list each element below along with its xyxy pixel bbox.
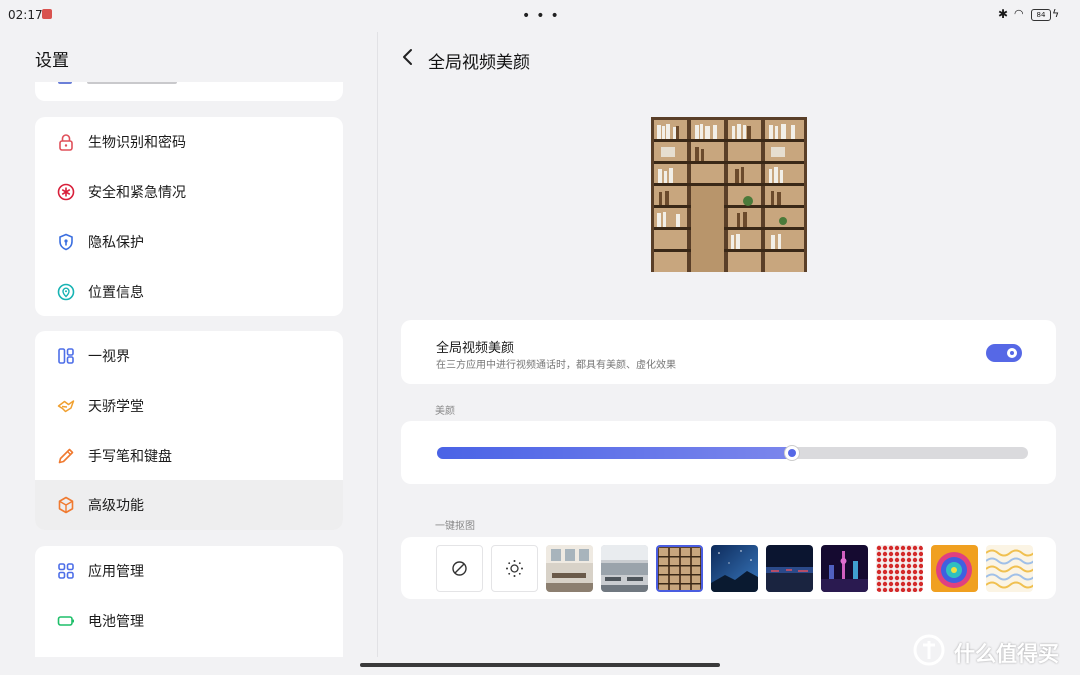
background-bookshelf-selected[interactable]: [656, 545, 703, 592]
learning-icon: [57, 400, 75, 413]
notification-icon: [42, 9, 52, 19]
watermark-text: 什么值得买: [954, 642, 1059, 666]
sidebar-item-advanced[interactable]: 高级功能: [35, 480, 343, 530]
background-picker-card: [401, 537, 1056, 599]
hexagon-icon: [58, 496, 74, 514]
status-bar: 02:17 ••• ✱ ◠ 84 ϟ: [0, 0, 1080, 32]
background-office-room[interactable]: [546, 545, 593, 592]
sidebar-item-battery[interactable]: 电池管理: [35, 596, 343, 646]
beauty-slider-track[interactable]: [437, 447, 1028, 459]
beauty-toggle-card: 全局视频美颜 在三方应用中进行视频通话时，都具有美颜、虚化效果: [401, 320, 1056, 384]
night-road-background: [766, 545, 813, 592]
sidebar-item-learning[interactable]: 天骄学堂: [35, 381, 343, 431]
location-pin-icon: [57, 283, 75, 301]
red-pattern-background: [876, 545, 923, 592]
beauty-slider-fill: [437, 447, 792, 459]
settings-group-features: 一视界 天骄学堂 手写笔和键盘 高级功能: [35, 331, 343, 530]
sidebar-item-emergency[interactable]: 安全和紧急情况: [35, 167, 343, 217]
bookshelf-background: [658, 547, 701, 590]
background-wavy-lines[interactable]: [986, 545, 1033, 592]
sidebar-item-label: 安全和紧急情况: [88, 185, 186, 201]
background-city-skyline[interactable]: [821, 545, 868, 592]
sidebar-item-biometrics[interactable]: 生物识别和密码: [35, 117, 343, 167]
none-icon: [452, 561, 467, 576]
office-room-background: [546, 545, 593, 592]
city-skyline-background: [821, 545, 868, 592]
background-option-blur[interactable]: [491, 545, 538, 592]
settings-title: 设置: [35, 51, 69, 71]
status-time: 02:17: [8, 8, 43, 22]
background-option-none[interactable]: [436, 545, 483, 592]
background-starry-sky[interactable]: [711, 545, 758, 592]
beauty-section-label: 美颜: [435, 406, 455, 417]
sidebar-item-label: 隐私保护: [88, 235, 144, 251]
sidebar-item-label: 一视界: [88, 349, 130, 365]
settings-group-management: 应用管理 电池管理: [35, 546, 343, 657]
settings-card-partial: [35, 82, 343, 101]
cutout-section-label: 一键抠图: [435, 521, 475, 532]
sidebar-item-label: 电池管理: [88, 614, 144, 630]
beauty-slider-card: [401, 421, 1056, 484]
beauty-toggle-switch[interactable]: [986, 344, 1022, 362]
settings-group-security: 生物识别和密码 安全和紧急情况 隐私保护 位置信息: [35, 117, 343, 316]
beauty-slider-thumb[interactable]: [783, 445, 800, 461]
sidebar-item-label: 位置信息: [88, 285, 144, 301]
background-red-pattern[interactable]: [876, 545, 923, 592]
sidebar-item-label: 高级功能: [88, 498, 144, 514]
partial-item-label: [87, 82, 177, 84]
toggle-title: 全局视频美颜: [436, 341, 515, 356]
shield-icon: [59, 233, 73, 251]
sidebar-item-label: 应用管理: [88, 564, 144, 580]
background-night-road[interactable]: [766, 545, 813, 592]
bookshelf-preview-image: [651, 117, 807, 272]
bluetooth-icon: ✱: [998, 7, 1009, 21]
emergency-icon: [57, 183, 75, 201]
sidebar-item-label: 天骄学堂: [88, 399, 144, 415]
sidebar-item-stylus[interactable]: 手写笔和键盘: [35, 431, 343, 481]
sidebar-item-label: 手写笔和键盘: [88, 449, 172, 465]
wavy-lines-background: [986, 545, 1033, 592]
apps-grid-icon: [58, 563, 74, 579]
watermark-logo: 什么值得买: [912, 632, 1072, 668]
home-indicator[interactable]: [360, 663, 720, 667]
charging-icon: ϟ: [1052, 7, 1060, 20]
partial-item-icon: [58, 82, 72, 84]
sidebar-item-location[interactable]: 位置信息: [35, 267, 343, 316]
lock-icon: [59, 134, 73, 151]
pane-divider: [377, 32, 378, 657]
page-title: 全局视频美颜: [428, 53, 530, 73]
battery-icon: [57, 616, 74, 626]
colorful-swirl-background: [931, 545, 978, 592]
starry-sky-background: [711, 545, 758, 592]
sidebar-item-privacy[interactable]: 隐私保护: [35, 217, 343, 267]
sidebar-item-app-management[interactable]: 应用管理: [35, 546, 343, 596]
back-arrow-icon[interactable]: [398, 44, 418, 70]
sidebar-item-split-view[interactable]: 一视界: [35, 331, 343, 381]
battery-icon: 84: [1031, 9, 1051, 21]
wifi-icon: ◠: [1014, 7, 1024, 20]
background-colorful-swirl[interactable]: [931, 545, 978, 592]
open-office-background: [601, 545, 648, 592]
sidebar-item-label: 生物识别和密码: [88, 135, 186, 151]
blur-icon: [506, 560, 523, 577]
watermark-icon: [913, 634, 945, 666]
toggle-knob: [1007, 348, 1017, 358]
multitask-dots[interactable]: •••: [522, 8, 565, 24]
background-open-office[interactable]: [601, 545, 648, 592]
split-screen-icon: [58, 348, 74, 364]
toggle-subtitle: 在三方应用中进行视频通话时，都具有美颜、虚化效果: [436, 360, 676, 371]
pen-icon: [58, 448, 74, 464]
